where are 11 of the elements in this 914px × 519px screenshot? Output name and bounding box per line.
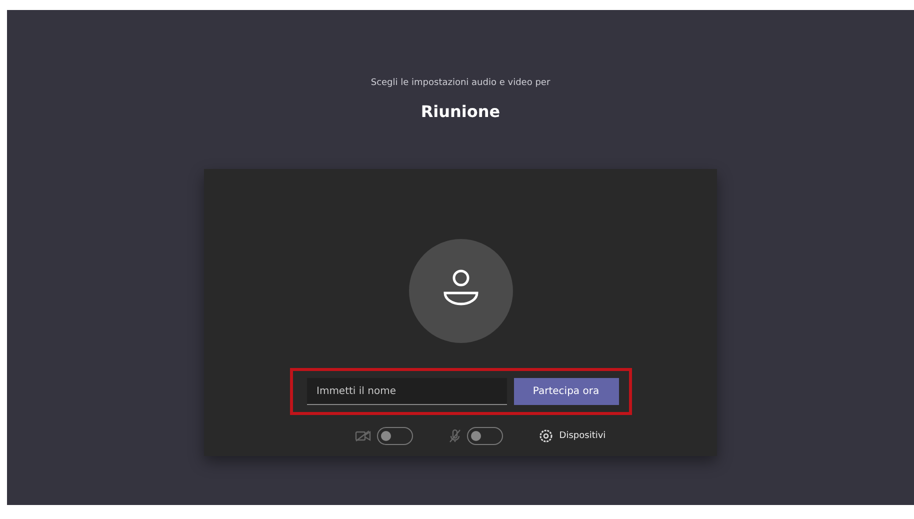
join-button[interactable]: Partecipa ora: [514, 378, 618, 405]
devices-button[interactable]: Dispositivi: [539, 429, 606, 443]
avatar-icon: [408, 239, 512, 343]
mic-off-icon: [449, 429, 462, 443]
camera-off-icon: [355, 430, 372, 442]
toggle-switch[interactable]: [377, 427, 414, 445]
toggle-switch[interactable]: [467, 427, 504, 445]
subtitle: Scegli le impostazioni audio e video per: [370, 78, 550, 88]
meeting-title: Riunione: [420, 102, 500, 121]
name-input[interactable]: Immetti il nome: [306, 378, 506, 405]
settings-icon: [539, 429, 554, 443]
